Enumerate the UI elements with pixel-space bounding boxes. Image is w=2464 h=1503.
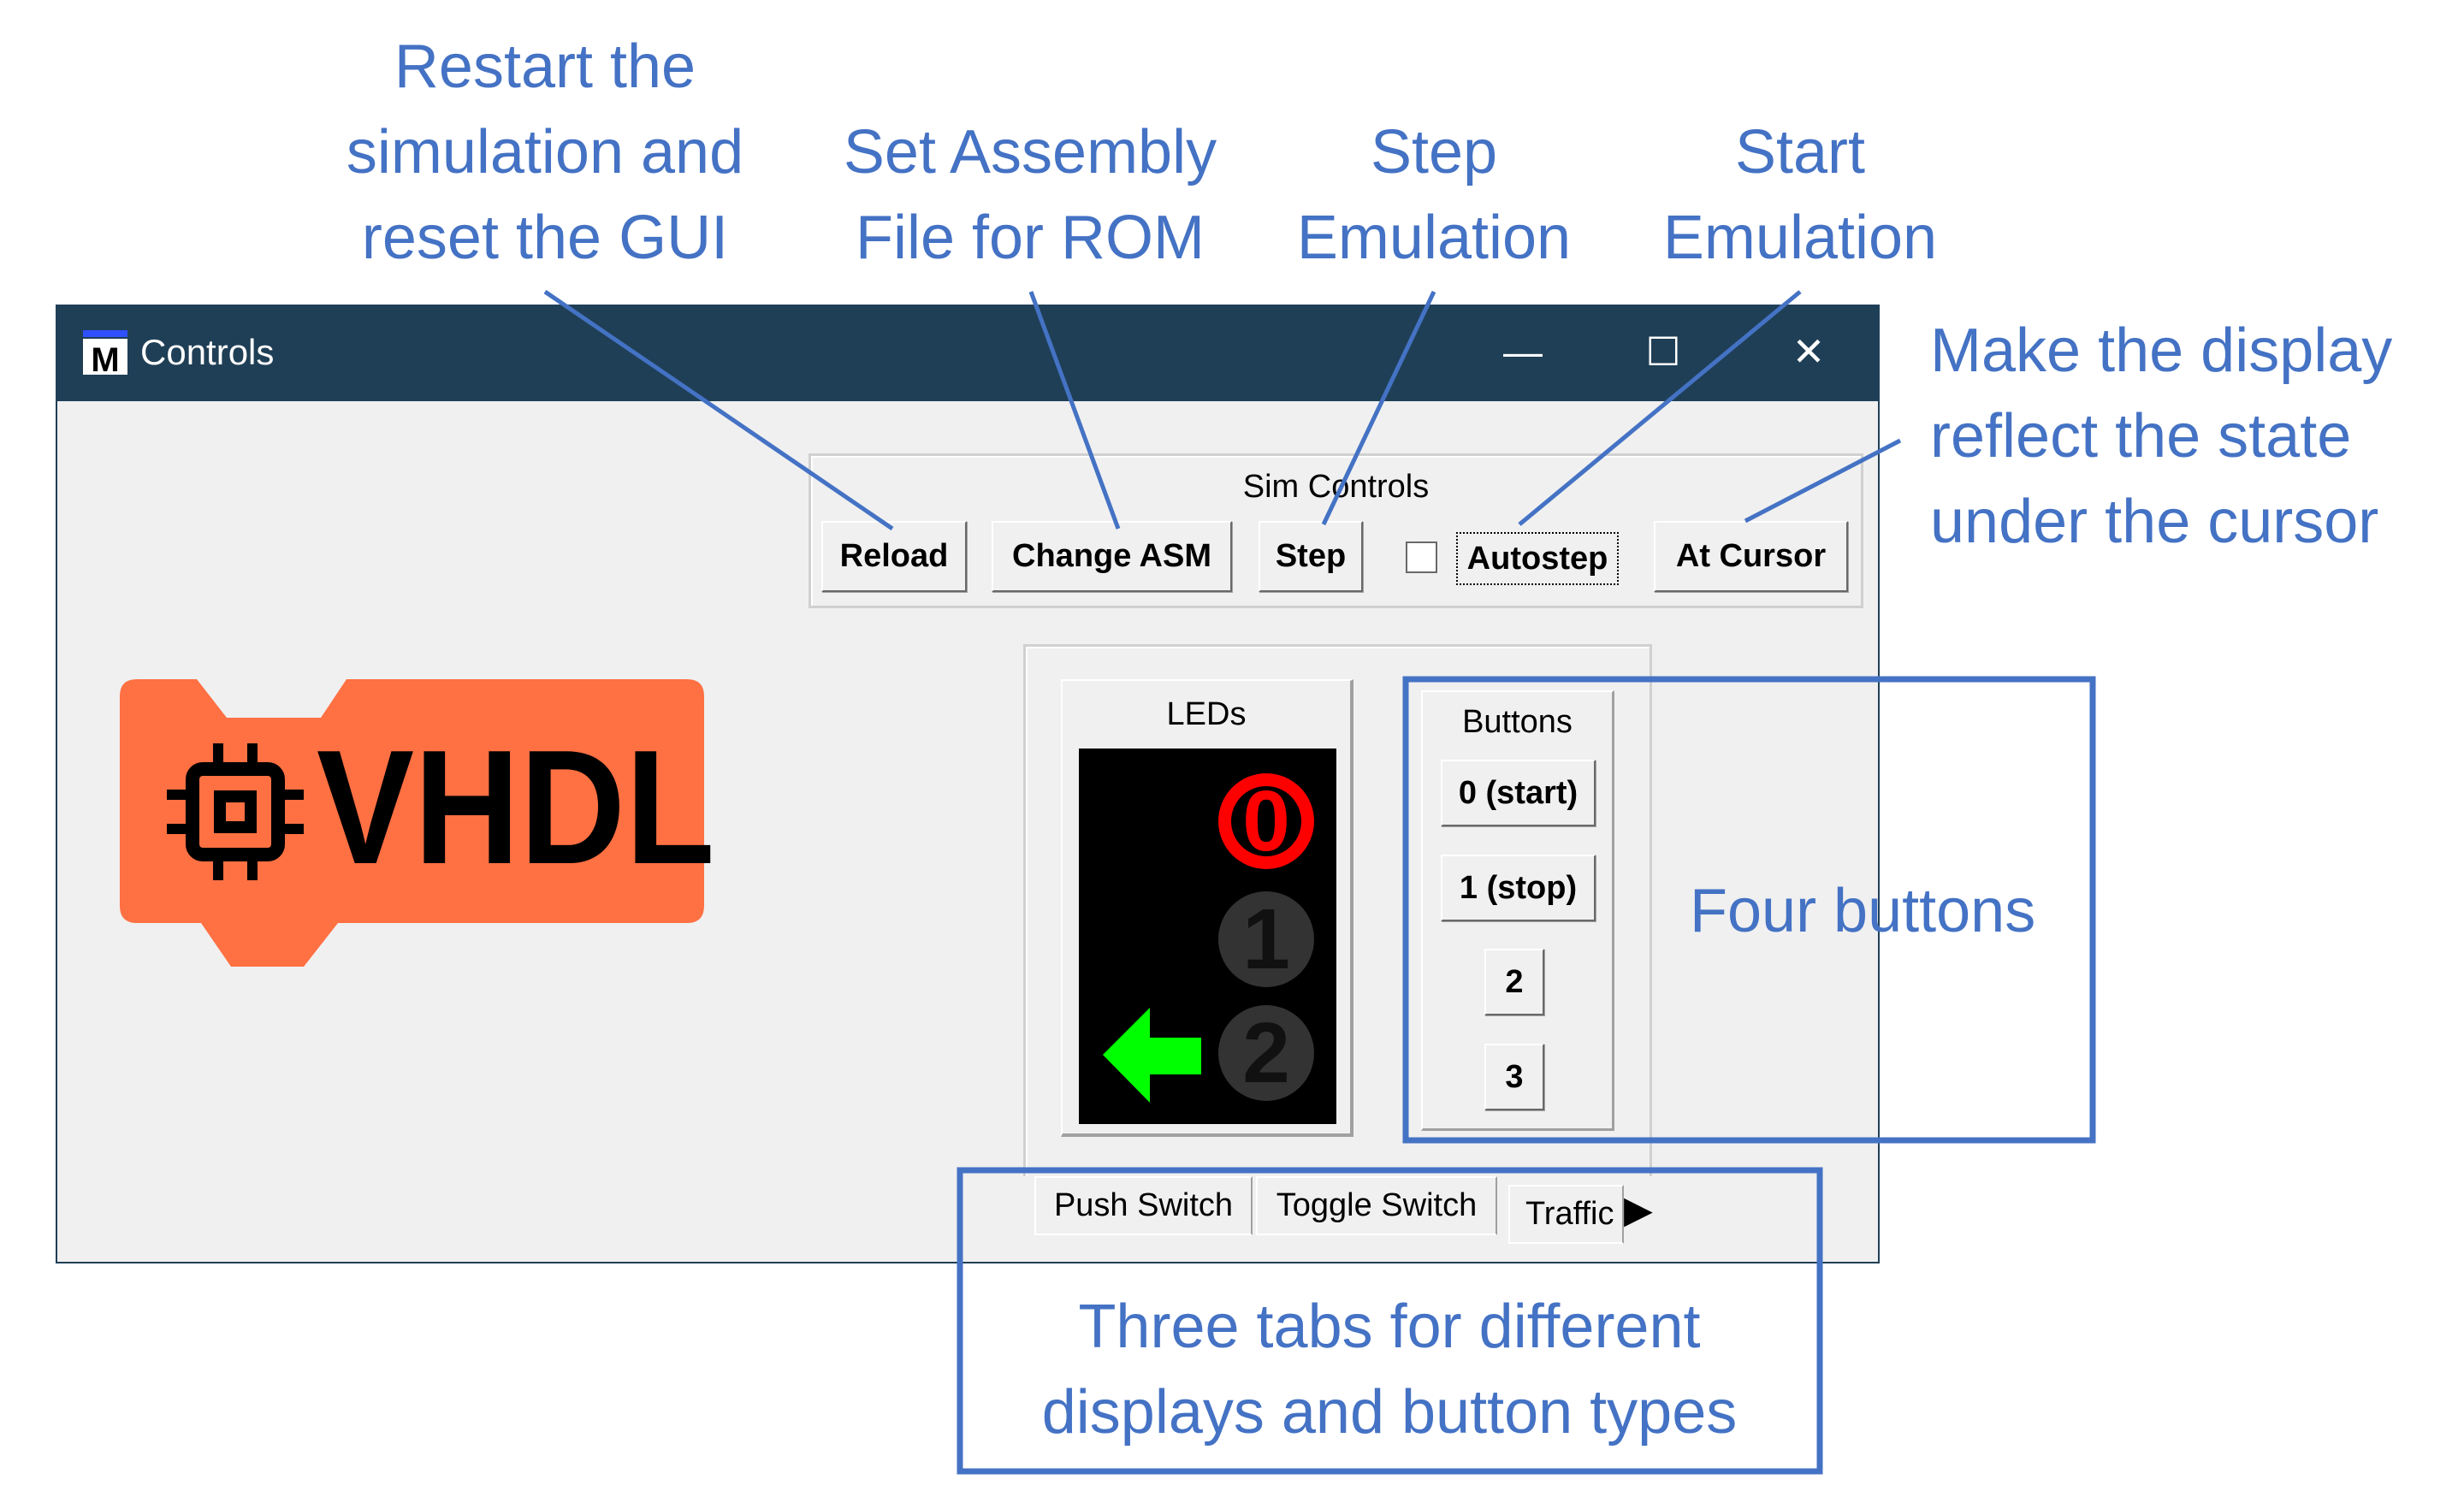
callout-line-step [1321, 290, 1436, 526]
annotation-buttons: Four buttons [1690, 877, 2036, 945]
annotation-line: Start [1734, 118, 1866, 186]
annotation-line: displays and button types [1041, 1378, 1738, 1447]
annotation-at-cursor: Make the display reflect the state under… [1930, 308, 2461, 565]
annotation-line: Set Assembly [843, 118, 1217, 186]
annotation-line: reflect the state [1930, 402, 2352, 470]
annotation-line: reset the GUI [361, 204, 729, 272]
annotation-change-asm: Set Assembly File for ROM [773, 109, 1287, 281]
annotation-line: Emulation [1296, 204, 1572, 272]
callout-line-at-cursor [1744, 438, 1902, 524]
annotation-autostep: Start Emulation [1629, 109, 1971, 281]
annotation-step: Step Emulation [1263, 109, 1605, 281]
annotation-line: File for ROM [855, 204, 1205, 272]
annotation-line: under the cursor [1930, 488, 2379, 556]
annotation-line: Step [1370, 118, 1498, 186]
annotation-line: Make the display [1930, 317, 2393, 385]
annotation-line: Three tabs for different [1078, 1293, 1701, 1361]
annotation-reload: Restart the simulation and reset the GUI [288, 24, 802, 281]
annotation-line: Emulation [1662, 204, 1938, 272]
annotation-line: Restart the [394, 33, 696, 101]
callout-line-reload [543, 289, 894, 531]
annotation-line: simulation and [346, 118, 744, 186]
callout-line-autostep [1518, 290, 1802, 526]
callout-line-change-asm [1028, 291, 1121, 530]
annotation-tabs: Three tabs for different displays and bu… [962, 1284, 1817, 1455]
